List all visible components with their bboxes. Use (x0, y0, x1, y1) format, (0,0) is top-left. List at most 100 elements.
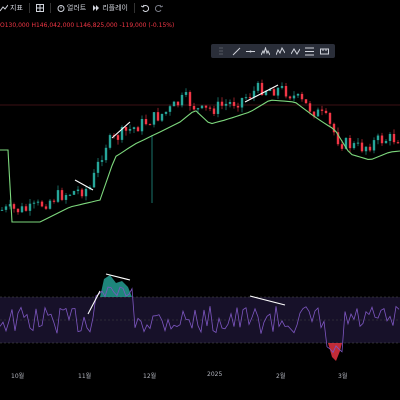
candle-body (4, 206, 8, 210)
candle-body (284, 86, 288, 97)
candle-body (64, 195, 68, 200)
drawing-toolbar (211, 44, 335, 58)
candle-body (152, 112, 156, 125)
candle-body (192, 106, 196, 110)
candle-body (200, 105, 204, 109)
candle-body (60, 190, 64, 200)
candle-body (392, 133, 396, 143)
candle-body (224, 103, 228, 106)
candle-body (36, 201, 40, 203)
candle-body (168, 106, 172, 112)
candle-body (144, 119, 148, 125)
candle-body (380, 135, 384, 144)
candle-body (324, 110, 328, 114)
candle-body (96, 161, 100, 173)
candle-body (84, 188, 88, 197)
candle-body (0, 209, 4, 211)
ohlc-low: L146,825,000 (76, 22, 118, 29)
candle-body (304, 99, 308, 104)
candle-body (108, 135, 112, 148)
candle-body (44, 206, 48, 209)
candle-body (52, 200, 56, 202)
redo-icon (154, 4, 163, 12)
candle-body (160, 113, 164, 121)
head-shoulders-icon[interactable] (261, 46, 271, 56)
time-axis[interactable]: 10월 11월 12월 2025 2월 3월 (0, 368, 400, 382)
candle-body (124, 127, 128, 131)
candle-body (328, 113, 332, 124)
abcd-pattern-icon[interactable] (290, 46, 300, 56)
undo-button[interactable] (140, 4, 149, 12)
candle-body (388, 133, 392, 141)
layout-button[interactable] (35, 4, 44, 12)
toolbar-divider (133, 3, 135, 13)
candle-body (28, 203, 32, 211)
rsi-panel[interactable] (0, 265, 400, 368)
indicators-icon (0, 4, 8, 12)
alert-button[interactable]: 얼러트 (57, 3, 86, 13)
candle-body (256, 82, 260, 91)
candle-body (248, 97, 252, 99)
candle-body (128, 128, 132, 131)
candle-body (116, 135, 120, 140)
candle-body (208, 107, 212, 109)
candle-body (292, 95, 296, 99)
fib-retracement-icon[interactable] (305, 46, 315, 56)
candle-body (176, 101, 180, 106)
horizontal-line-icon[interactable] (246, 46, 256, 56)
candle-body (384, 140, 388, 144)
candle-body (188, 92, 192, 107)
layout-grid-icon (35, 4, 44, 12)
candle-body (228, 102, 232, 104)
replay-button[interactable]: 리플레이 (92, 3, 128, 13)
candle-body (216, 101, 220, 114)
candle-body (236, 105, 240, 108)
indicators-button[interactable]: 지표 (0, 3, 23, 13)
candle-body (164, 111, 168, 114)
candle-body (40, 201, 44, 207)
candle-body (12, 204, 16, 209)
time-axis-label: 11월 (78, 373, 92, 380)
drag-handle-icon[interactable] (216, 46, 226, 56)
candle-body (140, 119, 144, 132)
moving-average-line (0, 99, 400, 223)
ohlc-change: -119,000 (-0.15%) (119, 22, 175, 29)
candle-body (364, 146, 368, 152)
candle-body (368, 146, 372, 151)
time-axis-label: 10월 (11, 373, 25, 380)
trend-line-icon[interactable] (231, 46, 241, 56)
candle-body (240, 97, 244, 108)
candle-body (288, 96, 292, 99)
price-chart[interactable] (0, 60, 400, 260)
redo-button[interactable] (154, 4, 163, 12)
candle-body (360, 142, 364, 152)
top-toolbar: 지표 얼러트 리플레이 (0, 0, 400, 16)
toolbar-divider (49, 3, 51, 13)
candle-body (148, 124, 152, 126)
candle-body (300, 93, 304, 100)
time-axis-label: 3월 (338, 373, 348, 380)
candle-body (296, 93, 300, 96)
candle-body (184, 92, 188, 95)
candle-body (212, 108, 216, 114)
candle-body (280, 86, 284, 88)
candle-body (352, 143, 356, 149)
candle-body (244, 97, 248, 99)
candle-body (56, 190, 60, 202)
candle-body (48, 200, 52, 209)
rsi-overbought-fill (100, 275, 132, 297)
candle-body (20, 206, 24, 213)
candle-body (72, 191, 76, 195)
candle-body (272, 89, 276, 96)
candle-body (92, 172, 96, 188)
candle-body (276, 87, 280, 96)
candle-body (232, 102, 236, 106)
elliott-wave-icon[interactable] (275, 46, 285, 56)
candle-body (172, 101, 176, 107)
alert-label: 얼러트 (66, 4, 87, 12)
candle-body (356, 142, 360, 144)
candle-body (372, 140, 376, 151)
candle-body (320, 109, 324, 111)
measure-icon[interactable] (320, 46, 330, 56)
ohlc-open: O130,000 (0, 22, 30, 29)
